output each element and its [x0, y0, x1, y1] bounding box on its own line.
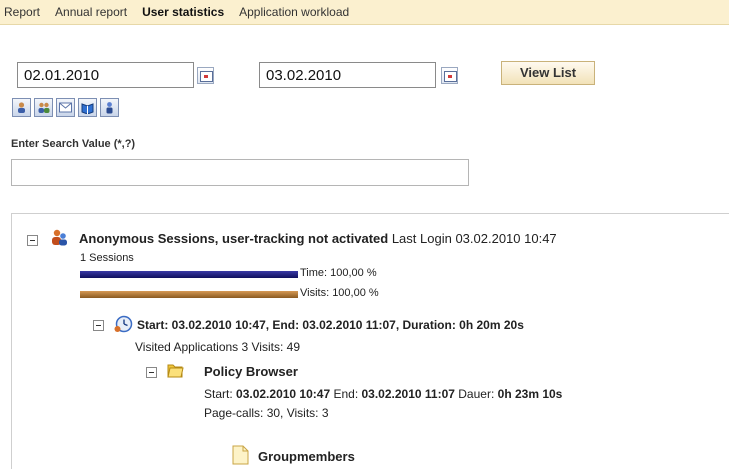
session-clock-icon: [114, 315, 133, 333]
date-from-input[interactable]: 02.01.2010: [17, 62, 194, 88]
toolbar-icons: [12, 98, 122, 117]
search-input[interactable]: [11, 159, 469, 186]
search-label: Enter Search Value (*,?): [11, 138, 136, 150]
sub-item-groupmembers[interactable]: Groupmembers: [258, 449, 355, 464]
app-duration-label: Dauer:: [458, 387, 495, 401]
last-login-value: 03.02.2010 10:47: [455, 231, 557, 246]
app-start-label: Start:: [204, 387, 233, 401]
app-pagecalls: Page-calls: 30, Visits: 3: [204, 406, 329, 420]
time-bar: [80, 271, 298, 278]
root-title[interactable]: Anonymous Sessions, user-tracking not ac…: [79, 231, 388, 246]
collapse-session-toggle[interactable]: [93, 320, 104, 331]
session-summary: Visited Applications 3 Visits: 49: [135, 340, 300, 354]
session-title[interactable]: Start: 03.02.2010 10:47, End: 03.02.2010…: [137, 318, 524, 332]
results-panel: Anonymous Sessions, user-tracking not ac…: [11, 213, 729, 469]
tab-application-workload[interactable]: Application workload: [239, 5, 349, 19]
mail-icon[interactable]: [56, 98, 75, 117]
anonymous-users-icon: [52, 229, 67, 246]
calendar-to-icon[interactable]: [441, 67, 458, 84]
app-start-value: 03.02.2010 10:47: [236, 387, 331, 401]
app-duration-value: 0h 23m 10s: [497, 387, 563, 401]
book-icon[interactable]: [78, 98, 97, 117]
date-to-input[interactable]: 03.02.2010: [259, 62, 436, 88]
app-end-value: 03.02.2010 11:07: [361, 387, 455, 401]
document-icon: [232, 445, 249, 465]
collapse-app-toggle[interactable]: [146, 367, 157, 378]
visits-percentage: Visits: 100,00 %: [300, 287, 379, 299]
collapse-root-toggle[interactable]: [27, 235, 38, 246]
visits-bar: [80, 291, 298, 298]
app-name[interactable]: Policy Browser: [204, 364, 298, 379]
tab-bar: Report Annual report User statistics App…: [0, 0, 729, 25]
last-login-label: Last Login: [391, 231, 452, 246]
user-icon[interactable]: [12, 98, 31, 117]
app-end-label: End:: [333, 387, 359, 401]
time-percentage: Time: 100,00 %: [300, 267, 377, 279]
sessions-count: 1 Sessions: [80, 252, 134, 264]
tab-report[interactable]: Report: [4, 5, 40, 19]
users-group-icon[interactable]: [34, 98, 53, 117]
tab-user-statistics[interactable]: User statistics: [142, 5, 224, 19]
person-icon[interactable]: [100, 98, 119, 117]
tab-annual-report[interactable]: Annual report: [55, 5, 127, 19]
folder-icon: [167, 364, 184, 378]
calendar-from-icon[interactable]: [197, 67, 214, 84]
view-list-button[interactable]: View List: [501, 61, 595, 85]
